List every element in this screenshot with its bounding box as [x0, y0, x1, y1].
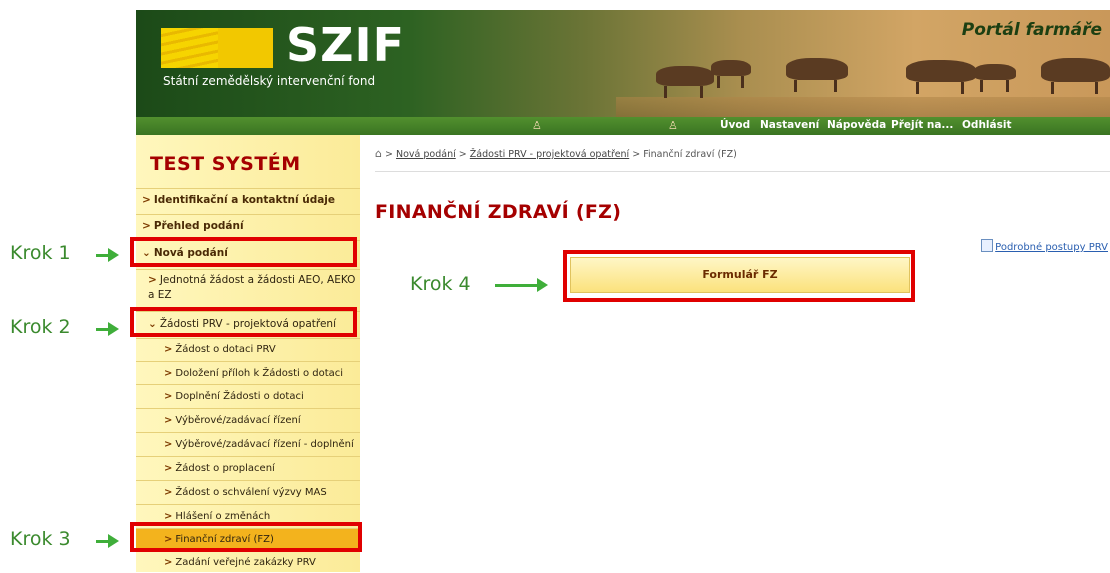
sidebar-item-prehled-podani[interactable]: > Přehled podání	[136, 214, 360, 236]
user-icon[interactable]: ♙	[532, 119, 542, 132]
nav-uvod[interactable]: Úvod	[720, 119, 750, 131]
page-title: FINANČNÍ ZDRAVÍ (FZ)	[375, 201, 622, 223]
nav-nastaveni[interactable]: Nastavení	[760, 119, 819, 131]
chevron-right-icon: >	[164, 557, 173, 568]
chevron-right-icon: >	[148, 274, 157, 286]
sidebar-item-vyberove-rizeni[interactable]: > Výběrové/zadávací řízení	[136, 408, 360, 432]
chevron-right-icon: >	[164, 463, 173, 474]
main-content: ⌂ > Nová podání > Žádosti PRV - projekto…	[365, 135, 1110, 572]
arrow-right-icon	[108, 248, 119, 262]
arrow-right-icon	[108, 534, 119, 548]
sidebar-item-vyberove-rizeni-doplneni[interactable]: > Výběrové/zadávací řízení - doplnění	[136, 432, 360, 456]
breadcrumb: ⌂ > Nová podání > Žádosti PRV - projekto…	[375, 147, 737, 160]
brand-subtitle: Státní zemědělský intervenční fond	[163, 74, 376, 88]
sidebar-item-schvaleni-vyzvy-mas[interactable]: > Žádost o schválení výzvy MAS	[136, 480, 360, 504]
document-icon	[981, 239, 994, 252]
step-label-2: Krok 2	[10, 316, 71, 338]
cow-image	[711, 60, 751, 88]
nav-prejit-na[interactable]: Přejít na...	[891, 119, 953, 131]
sidebar-item-doplneni-zadosti[interactable]: > Doplnění Žádosti o dotaci	[136, 384, 360, 408]
sidebar-item-jednotna-zadost[interactable]: > Jednotná žádost a žádosti AEO, AEKO a E…	[136, 269, 360, 303]
brand-logo[interactable]: SZIF	[286, 18, 405, 72]
step-label-3: Krok 3	[10, 528, 71, 550]
arrow-right-icon	[108, 322, 119, 336]
nav-napoveda[interactable]: Nápověda	[827, 119, 886, 131]
chevron-right-icon: >	[164, 439, 173, 450]
highlight-box-step-2	[130, 307, 357, 337]
highlight-box-step-1	[130, 237, 357, 267]
sidebar-item-verejne-zakazky[interactable]: > Zadání veřejné zakázky PRV	[136, 551, 360, 572]
step-label-1: Krok 1	[10, 242, 71, 264]
breadcrumb-nova-podani[interactable]: Nová podání	[396, 149, 456, 160]
arrow-line	[495, 284, 539, 287]
chevron-right-icon: >	[164, 415, 173, 426]
sidebar: TEST SYSTÉM > Identifikační a kontaktní ú…	[136, 135, 360, 572]
detail-procedures-link[interactable]: Podrobné postupy PRV	[981, 239, 1108, 253]
portal-title: Portál farmáře	[961, 20, 1102, 40]
cow-image	[974, 64, 1016, 92]
site-header: SZIF Státní zemědělský intervenční fond …	[136, 10, 1110, 117]
sidebar-item-zadost-o-proplaceni[interactable]: > Žádost o proplacení	[136, 456, 360, 480]
cow-image	[656, 66, 714, 98]
arrow-right-icon	[537, 278, 548, 292]
chevron-right-icon: >	[164, 487, 173, 498]
sidebar-item-zadost-o-dotaci-prv[interactable]: > Žádost o dotaci PRV	[136, 338, 360, 360]
nav-odhlasit[interactable]: Odhlásit	[962, 119, 1011, 131]
chevron-right-icon: >	[164, 391, 173, 402]
chevron-right-icon: >	[164, 344, 173, 355]
chevron-right-icon: >	[142, 220, 151, 232]
cow-image	[906, 60, 976, 94]
chevron-right-icon: >	[142, 194, 151, 206]
chevron-right-icon: >	[164, 368, 173, 379]
breadcrumb-current: Finanční zdraví (FZ)	[643, 149, 737, 160]
breadcrumb-zadosti-prv[interactable]: Žádosti PRV - projektová opatření	[470, 149, 629, 160]
sidebar-item-identifikacni-udaje[interactable]: > Identifikační a kontaktní údaje	[136, 188, 360, 210]
sidebar-title: TEST SYSTÉM	[150, 153, 301, 175]
chevron-right-icon: >	[164, 511, 173, 522]
user-role-icon[interactable]: ♙	[668, 119, 678, 132]
highlight-box-step-4	[563, 250, 915, 302]
highlight-box-step-3	[130, 522, 362, 552]
top-navigation: ♙ ♙ Úvod Nastavení Nápověda Přejít na...…	[136, 117, 1110, 135]
sidebar-item-dolozeni-priloh[interactable]: > Doložení příloh k Žádosti o dotaci	[136, 361, 360, 384]
cow-image	[1041, 58, 1110, 94]
header-ground-decoration	[616, 97, 1110, 117]
breadcrumb-divider	[375, 171, 1110, 172]
szif-logo-graphic	[161, 28, 273, 68]
cow-image	[786, 58, 848, 92]
step-label-4: Krok 4	[410, 273, 471, 295]
home-icon[interactable]: ⌂	[375, 147, 382, 160]
